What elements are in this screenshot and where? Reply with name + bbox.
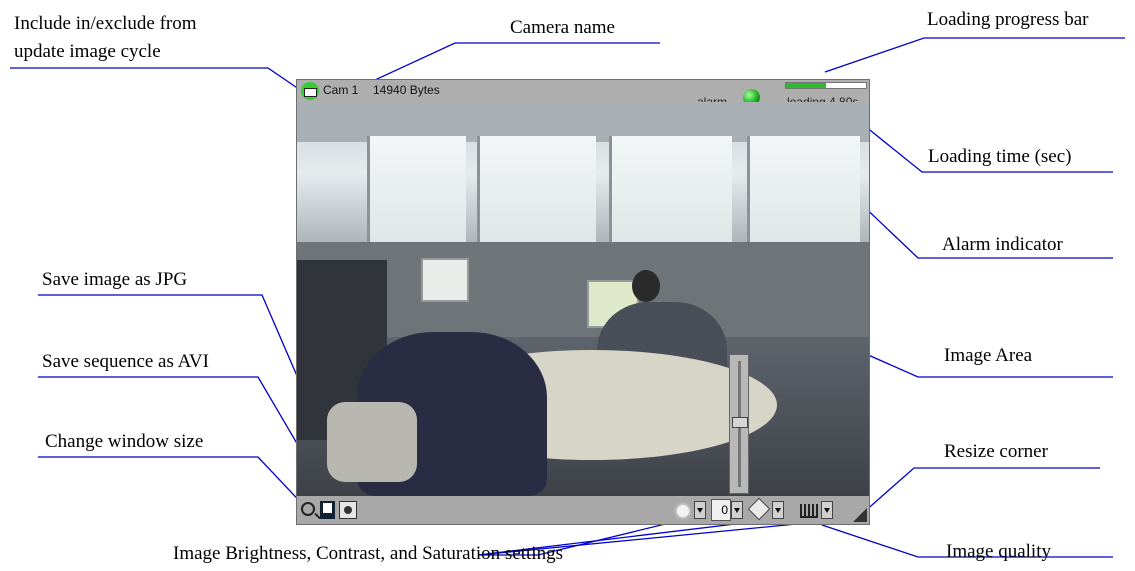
callout-loading-time: Loading time (sec): [928, 146, 1072, 167]
callout-alarm-indicator: Alarm indicator: [942, 234, 1063, 255]
callout-save-jpg: Save image as JPG: [42, 269, 188, 290]
image-area: [297, 102, 869, 496]
callout-camera-name: Camera name: [510, 17, 615, 38]
saturation-icon: [747, 497, 771, 521]
callout-image-quality: Image quality: [946, 541, 1051, 562]
cycle-toggle-icon[interactable]: [301, 82, 319, 100]
office-window: [609, 136, 732, 248]
camera-toolbar: 0: [297, 496, 869, 524]
loading-progress-fill: [786, 83, 826, 88]
callout-resize-corner: Resize corner: [944, 441, 1048, 462]
person-head: [632, 270, 660, 302]
callout-image-area: Image Area: [944, 345, 1033, 366]
avi-save-icon[interactable]: [339, 501, 357, 519]
resize-corner[interactable]: [853, 508, 867, 522]
slider-thumb[interactable]: [732, 417, 748, 428]
image-size-bytes: 14940 Bytes: [373, 83, 440, 97]
callout-bcs-settings: Image Brightness, Contrast, and Saturati…: [173, 543, 563, 564]
saturation-dropdown[interactable]: [772, 501, 784, 519]
office-window: [367, 136, 466, 248]
quality-dropdown[interactable]: [821, 501, 833, 519]
brightness-dropdown[interactable]: [694, 501, 706, 519]
camera-name: Cam 1: [323, 83, 359, 97]
office-window: [747, 136, 860, 248]
jpg-save-icon[interactable]: [320, 501, 335, 519]
monitor: [421, 258, 469, 302]
office-window: [477, 136, 596, 248]
camera-titlebar: Cam 1 14940 Bytes alarm loading 4.80s: [297, 80, 869, 109]
callout-include-cycle-line1: Include in/exclude from: [14, 13, 197, 34]
callout-window-size: Change window size: [45, 431, 204, 452]
phone: [327, 402, 417, 482]
callout-progress-bar: Loading progress bar: [927, 9, 1089, 30]
callout-include-cycle-line2: update image cycle: [14, 41, 161, 62]
quality-icon: [800, 504, 818, 518]
camera-window: Cam 1 14940 Bytes alarm loading 4.80s: [296, 79, 870, 525]
loading-progress-bar: [785, 82, 867, 89]
brightness-icon: [677, 505, 689, 517]
contrast-value[interactable]: 0: [711, 499, 731, 521]
contrast-dropdown[interactable]: [731, 501, 743, 519]
callout-save-avi: Save sequence as AVI: [42, 351, 209, 372]
zoom-icon[interactable]: [301, 502, 315, 516]
contrast-slider[interactable]: [729, 354, 749, 494]
